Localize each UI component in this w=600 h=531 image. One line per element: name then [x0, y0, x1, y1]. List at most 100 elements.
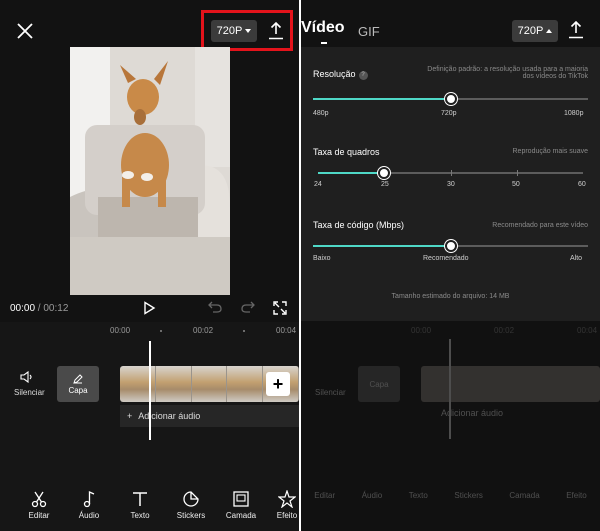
export-icon[interactable] — [568, 21, 584, 39]
add-audio-label: Adicionar áudio — [138, 411, 201, 421]
time-current: 00:00 — [10, 303, 36, 314]
cover-button[interactable]: Capa — [57, 366, 99, 402]
clip-frame — [227, 366, 264, 402]
mute-label: Silenciar — [14, 388, 45, 397]
cover-label: Capa — [68, 385, 88, 395]
play-icon[interactable] — [142, 301, 156, 315]
redo-icon[interactable] — [241, 301, 255, 313]
undo-icon[interactable] — [208, 301, 222, 313]
resolution-option: 720p — [441, 110, 457, 117]
bitrate-slider[interactable] — [313, 240, 588, 252]
estimated-file-size: Tamanho estimado do arquivo: 14 MB — [391, 293, 510, 300]
caret-up-icon — [546, 29, 553, 33]
bitrate-option: Recomendado — [423, 255, 469, 262]
ruler-dot — [243, 330, 245, 332]
dog-video-frame — [70, 47, 230, 295]
overlay-icon — [233, 491, 249, 507]
playhead[interactable] — [149, 341, 151, 440]
info-icon[interactable]: ? — [358, 71, 368, 80]
frame-rate-slider[interactable] — [318, 167, 583, 179]
ruler-mark-0: 00:00 — [411, 326, 432, 335]
bitrate-option: Baixo — [313, 255, 331, 262]
frame-rate-option: 24 — [314, 181, 322, 188]
ghost-toolbar: Editar Áudio Texto Stickers Camada Efeit… — [301, 491, 600, 500]
slider-tick — [516, 170, 518, 176]
tool-label: Stickers — [176, 511, 206, 520]
slider-tick — [450, 170, 452, 176]
tool-label: Áudio — [361, 491, 383, 500]
frame-rate-note: Reprodução mais suave — [512, 148, 589, 155]
slider-fill — [313, 245, 451, 247]
pencil-icon — [73, 373, 83, 384]
frame-rate-option: 50 — [512, 181, 520, 188]
frame-rate-option: 25 — [381, 181, 389, 188]
export-icon[interactable] — [268, 22, 284, 40]
cover-label: Capa — [369, 379, 389, 389]
tool-audio[interactable]: Áudio — [67, 490, 111, 520]
sticker-icon — [183, 491, 199, 507]
ruler-mark-1: 00:02 — [193, 326, 214, 335]
tool-label: Stickers — [454, 491, 483, 500]
resolution-note-line1: Definição padrão: a resolução usada para… — [427, 66, 588, 73]
effects-icon — [278, 490, 296, 508]
tool-texto[interactable]: Texto — [118, 490, 162, 520]
ruler-mark-1: 00:02 — [494, 326, 515, 335]
tool-label: Editar — [28, 511, 50, 520]
bottom-toolbar: Editar Áudio Texto Stickers Camada Efeit… — [0, 490, 299, 531]
resolution-option: 1080p — [564, 110, 584, 117]
slider-thumb[interactable] — [444, 93, 457, 105]
mute-label: Silenciar — [315, 388, 346, 397]
clip-frame — [191, 366, 228, 402]
tab-video[interactable]: Vídeo — [301, 19, 345, 37]
tool-label: Efeito — [566, 491, 587, 500]
frame-rate-title: Taxa de quadros — [313, 147, 380, 157]
music-note-icon — [83, 490, 95, 508]
editor-panel: 720P 00:00 / 00:12 00:00 00:02 00:04 Sil… — [0, 0, 299, 531]
tool-label: Áudio — [78, 511, 100, 520]
resolution-note: Definição padrão: a resolução usada para… — [390, 66, 588, 80]
tool-label: Efeito — [276, 511, 298, 520]
add-audio-button[interactable]: + Adicionar áudio — [120, 405, 299, 427]
frame-rate-option: 60 — [578, 181, 586, 188]
bitrate-note: Recomendado para este vídeo — [492, 222, 588, 229]
tool-label: Texto — [408, 491, 428, 500]
resolution-label: 720P — [517, 25, 544, 37]
tool-stickers[interactable]: Stickers — [169, 490, 213, 520]
plus-icon: + — [127, 411, 133, 421]
tool-label: Camada — [509, 491, 540, 500]
video-preview[interactable] — [70, 47, 230, 295]
speaker-icon[interactable] — [20, 371, 34, 383]
resolution-note-line2: dos vídeos do TikTok — [522, 73, 588, 80]
close-icon[interactable] — [16, 22, 34, 40]
ruler-dot — [160, 330, 162, 332]
resolution-title-text: Resolução — [313, 69, 356, 79]
text-icon — [133, 492, 147, 506]
tool-editar[interactable]: Editar — [17, 490, 61, 520]
bitrate-title: Taxa de código (Mbps) — [313, 220, 405, 230]
tool-label: Editar — [314, 491, 336, 500]
tool-label: Texto — [130, 511, 150, 520]
slider-thumb[interactable] — [444, 240, 457, 252]
scissors-icon — [31, 491, 47, 508]
add-clip-button[interactable]: + — [266, 372, 290, 396]
ghost-timeline: 00:00 00:02 00:04 Capa Silenciar Adicion… — [301, 321, 600, 531]
fullscreen-icon[interactable] — [273, 301, 287, 315]
tool-efeito[interactable]: Efeito — [265, 490, 299, 520]
dimmed-editor-overlay: 00:00 00:02 00:04 Capa Silenciar Adicion… — [301, 321, 600, 531]
resolution-slider[interactable] — [313, 93, 588, 105]
slider-fill — [313, 98, 451, 100]
tab-gif[interactable]: GIF — [358, 24, 380, 39]
playhead — [449, 339, 451, 439]
ruler-mark-2: 00:04 — [276, 326, 297, 335]
ghost-cover: Capa — [358, 366, 400, 402]
time-total: 00:12 — [43, 303, 69, 314]
clip-frame — [155, 366, 192, 402]
resolution-title: Resolução? — [313, 69, 368, 80]
ruler-mark-0: 00:00 — [110, 326, 131, 335]
resolution-button[interactable]: 720P — [512, 20, 558, 42]
bitrate-option: Alto — [570, 255, 583, 262]
tool-camada[interactable]: Camada — [219, 490, 263, 520]
tab-indicator — [321, 42, 327, 44]
resolution-option: 480p — [313, 110, 329, 117]
ruler-mark-2: 00:04 — [577, 326, 598, 335]
